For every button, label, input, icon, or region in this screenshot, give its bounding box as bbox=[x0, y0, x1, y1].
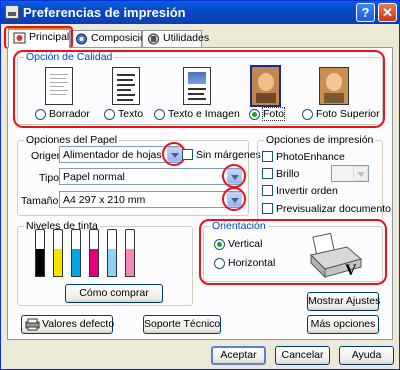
ink-cartridge bbox=[53, 229, 63, 277]
preview-label: Previsualizar documento bbox=[276, 203, 391, 215]
close-title-button[interactable]: ✕ bbox=[378, 3, 397, 22]
title-bar[interactable]: Preferencias de impresión bbox=[1, 1, 399, 24]
tab-principal-label: Principal bbox=[29, 31, 70, 43]
ink-cartridge-cap bbox=[71, 229, 81, 235]
tech-support-button[interactable]: Soporte Técnico bbox=[143, 315, 221, 334]
brightness-label: Brillo bbox=[276, 168, 300, 180]
landscape-radio[interactable] bbox=[214, 258, 225, 269]
layout-tab-icon bbox=[76, 33, 87, 45]
ink-level-fill bbox=[108, 249, 116, 276]
utilities-tab-icon bbox=[148, 33, 159, 45]
quality-text-image-radio[interactable] bbox=[154, 109, 165, 120]
ink-cartridge bbox=[35, 229, 45, 277]
best-photo-icon[interactable] bbox=[319, 67, 349, 105]
brightness-checkbox[interactable] bbox=[262, 168, 273, 179]
printer-app-icon bbox=[5, 5, 19, 19]
brightness-dropdown-button[interactable] bbox=[353, 166, 368, 181]
paper-type-select[interactable]: Papel normal bbox=[59, 168, 241, 185]
accept-button[interactable]: Aceptar bbox=[211, 346, 266, 365]
paper-options-group-label: Opciones del Papel bbox=[24, 134, 120, 146]
defaults-button[interactable]: Valores defecto bbox=[21, 315, 115, 334]
photo-icon[interactable] bbox=[250, 65, 281, 107]
paper-type-dropdown-button[interactable] bbox=[227, 169, 242, 184]
tab-utilidades[interactable]: Utilidades bbox=[142, 30, 209, 47]
cancel-button[interactable]: Cancelar bbox=[275, 346, 330, 365]
portrait-label: Vertical bbox=[228, 238, 263, 250]
borderless-label: Sin márgenes bbox=[196, 149, 261, 161]
landscape-label: Horizontal bbox=[228, 257, 276, 269]
help-button[interactable]: Ayuda bbox=[339, 346, 394, 365]
ink-cartridge bbox=[89, 229, 99, 277]
paper-size-dropdown-button[interactable] bbox=[227, 192, 242, 207]
quality-text-radio[interactable] bbox=[104, 109, 115, 120]
tab-composicion[interactable]: Composición bbox=[70, 30, 152, 47]
quality-photo-label: Foto bbox=[261, 107, 286, 121]
ink-cartridge-cap bbox=[89, 229, 99, 235]
quality-best-photo-label: Foto Superior bbox=[316, 108, 380, 120]
ink-cartridge bbox=[71, 229, 81, 277]
help-title-button[interactable]: ? bbox=[356, 3, 375, 22]
show-settings-button[interactable]: Mostrar Ajustes bbox=[307, 292, 380, 311]
borderless-checkbox[interactable] bbox=[182, 149, 193, 160]
more-options-button[interactable]: Más opciones bbox=[307, 315, 379, 334]
quality-photo-radio[interactable] bbox=[249, 109, 260, 120]
orientation-group-label: Orientación bbox=[210, 220, 268, 232]
ink-cartridge-cap bbox=[53, 229, 63, 235]
ink-level-fill bbox=[72, 249, 80, 276]
printer-defaults-icon bbox=[25, 318, 40, 331]
how-to-buy-button[interactable]: Cómo comprar bbox=[65, 284, 163, 303]
window-title: Preferencias de impresión bbox=[23, 5, 186, 20]
main-tab-icon bbox=[13, 32, 26, 44]
quality-text-label: Texto bbox=[118, 108, 144, 120]
paper-source-select[interactable]: Alimentador de hojas bbox=[59, 146, 183, 163]
draft-doc-icon[interactable] bbox=[45, 67, 73, 105]
text-image-doc-icon[interactable] bbox=[183, 67, 211, 105]
portrait-radio[interactable] bbox=[214, 239, 225, 250]
reverse-order-checkbox[interactable] bbox=[262, 185, 273, 196]
ink-level-fill bbox=[36, 249, 44, 276]
quality-text-image-label: Texto e Imagen bbox=[168, 108, 240, 120]
text-doc-icon[interactable] bbox=[112, 67, 140, 105]
tab-principal[interactable]: Principal bbox=[8, 28, 70, 48]
quality-best-photo-radio[interactable] bbox=[302, 109, 313, 120]
print-options-group-label: Opciones de impresión bbox=[264, 134, 376, 146]
ink-level-fill bbox=[54, 249, 62, 276]
ink-level-fill bbox=[126, 249, 134, 276]
preview-checkbox[interactable] bbox=[262, 203, 273, 214]
ink-cartridge-cap bbox=[107, 229, 117, 235]
photo-enhance-checkbox[interactable] bbox=[262, 151, 273, 162]
tab-utilidades-label: Utilidades bbox=[163, 32, 210, 44]
photo-enhance-label: PhotoEnhance bbox=[276, 151, 345, 163]
reverse-order-label: Invertir orden bbox=[276, 185, 338, 197]
ink-cartridge-cap bbox=[125, 229, 135, 235]
quality-group-label: Opción de Calidad bbox=[24, 51, 115, 63]
ink-cartridge bbox=[125, 229, 135, 277]
print-preferences-window: Preferencias de impresión ? ✕ Principal … bbox=[0, 0, 400, 370]
defaults-button-label: Valores defecto bbox=[42, 318, 115, 330]
paper-size-label: Tamaño: bbox=[21, 195, 62, 207]
svg-text:V: V bbox=[345, 262, 357, 279]
paper-size-select[interactable]: A4 297 x 210 mm bbox=[59, 191, 241, 208]
quality-draft-label: Borrador bbox=[49, 108, 90, 120]
paper-source-dropdown-button[interactable] bbox=[167, 147, 182, 162]
printer-orientation-icon: V bbox=[310, 233, 363, 279]
ink-level-fill bbox=[90, 249, 98, 276]
ink-cartridge-cap bbox=[35, 229, 45, 235]
ink-cartridge bbox=[107, 229, 117, 277]
quality-draft-radio[interactable] bbox=[35, 109, 46, 120]
